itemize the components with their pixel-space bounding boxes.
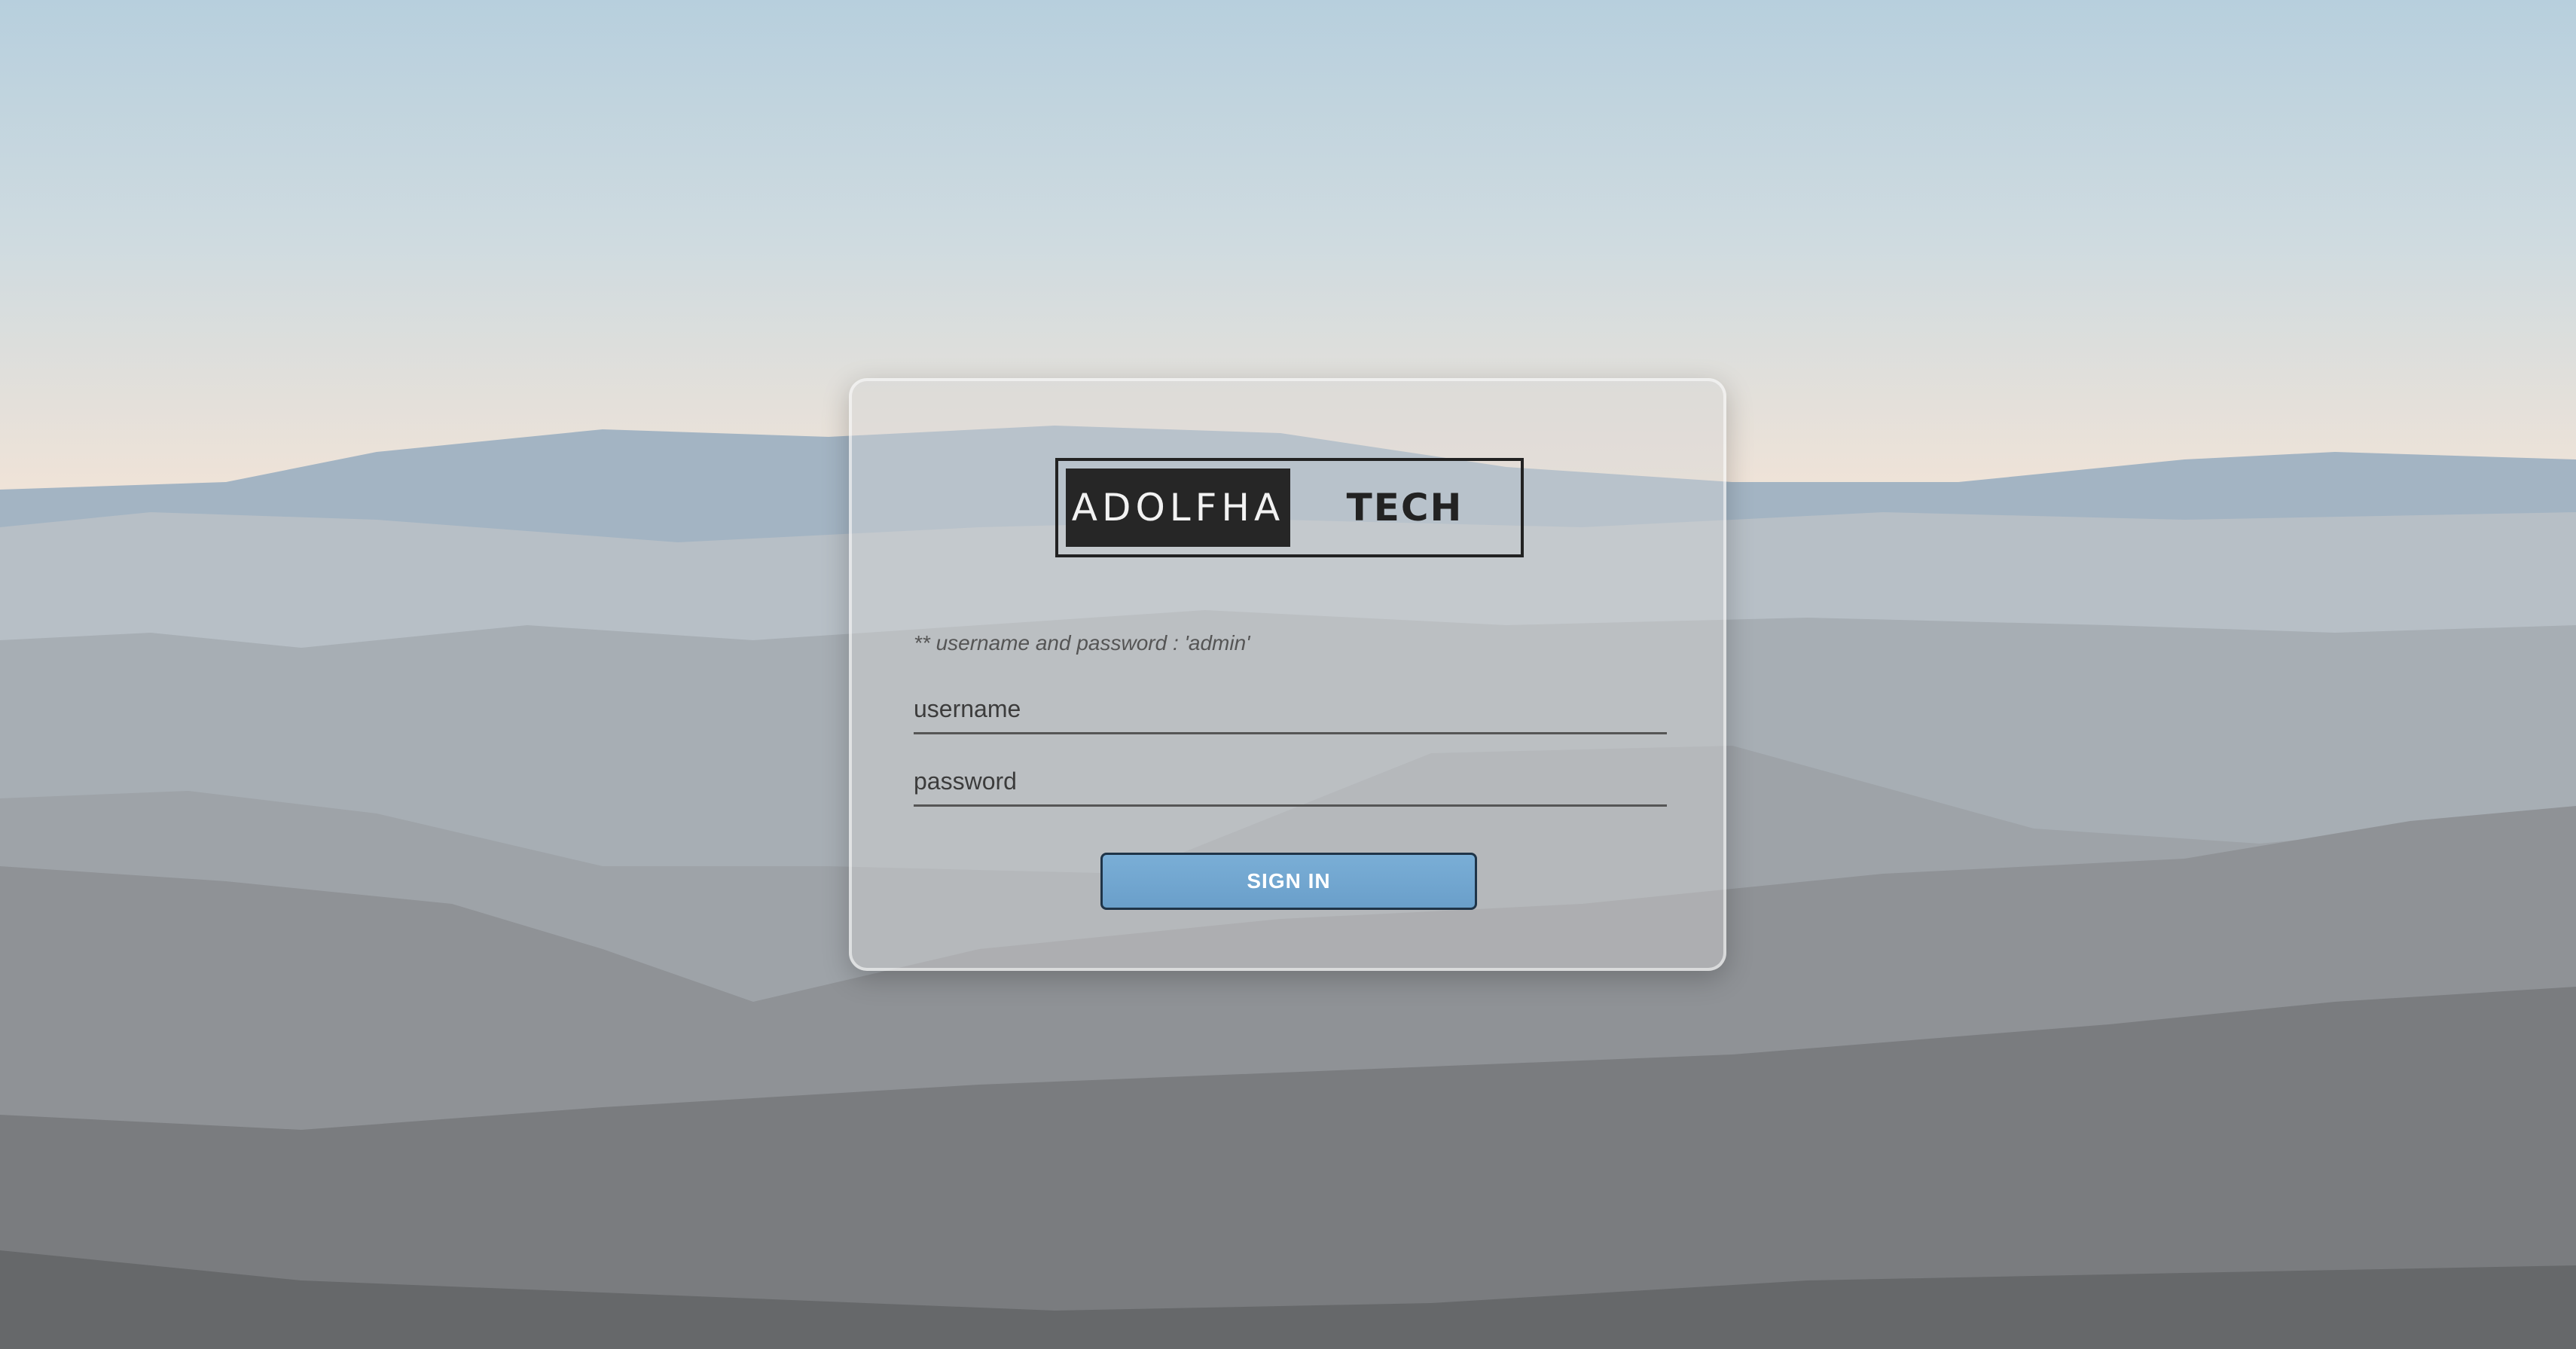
password-field-container xyxy=(914,758,1667,807)
logo-text-left: ADOLFHA xyxy=(1066,468,1290,547)
logo-text-right: TECH xyxy=(1346,486,1463,530)
sign-in-button[interactable]: SIGN IN xyxy=(1100,853,1477,910)
brand-logo: ADOLFHA TECH xyxy=(1055,458,1524,557)
username-field-container xyxy=(914,685,1667,734)
credentials-hint: ** username and password : 'admin' xyxy=(914,631,1250,655)
username-input[interactable] xyxy=(914,685,1667,732)
login-card: ADOLFHA TECH ** username and password : … xyxy=(849,378,1726,971)
password-input[interactable] xyxy=(914,758,1667,804)
